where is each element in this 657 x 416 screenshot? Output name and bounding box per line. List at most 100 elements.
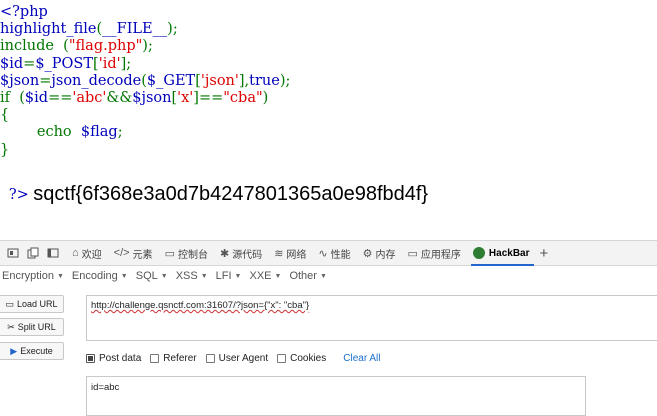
url-input[interactable]: http://challenge.qsnctf.com:31607/?json=… xyxy=(86,295,657,341)
menu-encoding[interactable]: Encoding ▼ xyxy=(72,270,128,282)
php-source-code: <?php highlight_file(__FILE__); include ("… xyxy=(0,4,290,159)
code-token: ); xyxy=(167,21,178,38)
tab-label: 网络 xyxy=(286,249,307,261)
tab-icon: ∿ xyxy=(318,247,328,260)
php-close-tag: ?> xyxy=(8,187,29,203)
tab-label: 欢迎 xyxy=(81,249,102,261)
copy-icon[interactable] xyxy=(26,246,40,260)
checkbox[interactable] xyxy=(150,353,160,363)
code-token: "flag.php" xyxy=(68,38,143,55)
code-line: include ("flag.php"); xyxy=(0,38,290,55)
chevron-down-icon: ▼ xyxy=(319,272,327,280)
option-user-agent[interactable]: User Agent xyxy=(205,353,268,364)
code-token: = xyxy=(39,72,52,89)
menu-label: XXE xyxy=(249,270,272,282)
device-toolbar-icon[interactable] xyxy=(6,246,20,260)
checkbox[interactable] xyxy=(205,353,215,363)
code-token: { xyxy=(0,107,10,124)
tab-label: 源代码 xyxy=(232,249,263,261)
tab-label: 内存 xyxy=(375,249,396,261)
code-token: highlight_file xyxy=(0,21,97,38)
code-token: __FILE__ xyxy=(102,21,168,38)
devtools-tab-strip: ⌂ 欢迎 </> 元素 ▭ 控制台 ✱ 源代码 ≋ 网络 ∿ 性能 ⚙ 内存 ▭ 应用程序 HackBar + xyxy=(0,240,657,266)
load-url-button[interactable]: ▭ Load URL xyxy=(0,295,64,313)
chevron-down-icon: ▼ xyxy=(234,272,242,280)
menu-label: XSS xyxy=(175,270,198,282)
post-data-input[interactable]: id=abc xyxy=(86,376,586,416)
url-text: http://challenge.qsnctf.com:31607/?json=… xyxy=(91,300,310,311)
devtools-tab[interactable]: ∿ 性能 xyxy=(318,246,350,261)
code-token: json_decode xyxy=(51,72,142,89)
tab-label: 性能 xyxy=(330,249,351,261)
devtools-tab[interactable]: ✱ 源代码 xyxy=(220,246,262,261)
menu-xxe[interactable]: XXE ▼ xyxy=(249,270,281,282)
chevron-down-icon: ▼ xyxy=(160,272,168,280)
code-token: <?php xyxy=(0,4,48,20)
code-token: ]== xyxy=(193,89,224,106)
devtools-tab[interactable]: ▭ 控制台 xyxy=(165,246,208,261)
devtools-tab[interactable]: ⚙ 内存 xyxy=(363,246,396,261)
clear-all-link[interactable]: Clear All xyxy=(343,353,380,364)
option-post-data[interactable]: Post data xyxy=(86,353,141,364)
option-cookies[interactable]: Cookies xyxy=(277,353,326,364)
code-token: $flag xyxy=(80,124,118,141)
tab-icon: ▭ xyxy=(164,247,175,260)
hackbar-menu: Encryption ▼ Encoding ▼ SQL ▼ XSS ▼ LFI ▼ XXE ▼ Othe… xyxy=(0,266,329,286)
code-token: 'x' xyxy=(177,89,194,106)
execute-button[interactable]: ▶ Execute xyxy=(0,342,64,360)
execute-icon: ▶ xyxy=(10,345,18,356)
chevron-down-icon: ▼ xyxy=(274,272,282,280)
menu-label: Other xyxy=(289,270,317,282)
code-token: 'json' xyxy=(200,72,239,89)
code-line: if ($id=='abc'&&$json['x']=="cba") xyxy=(0,90,290,107)
code-line: { xyxy=(0,107,290,124)
tab-icon: ⚙ xyxy=(362,247,373,260)
code-token: ; xyxy=(117,124,123,141)
code-token: $json xyxy=(132,89,172,106)
code-token: ); xyxy=(279,72,291,89)
add-tab-icon[interactable]: + xyxy=(540,245,549,262)
post-data-text: id=abc xyxy=(91,382,120,393)
code-token: ); xyxy=(142,38,153,55)
menu-other[interactable]: Other ▼ xyxy=(289,270,326,282)
option-referer[interactable]: Referer xyxy=(150,353,197,364)
tab-hackbar[interactable]: HackBar xyxy=(470,247,534,266)
code-line: highlight_file(__FILE__); xyxy=(0,21,290,38)
code-token: = xyxy=(23,55,36,72)
hackbar-icon xyxy=(472,247,485,259)
tab-label: 控制台 xyxy=(177,249,208,261)
tab-icon: ⌂ xyxy=(72,247,79,259)
devtools-tab[interactable]: ▭ 应用程序 xyxy=(408,246,461,261)
code-token: $_POST xyxy=(35,55,94,72)
checkbox[interactable] xyxy=(86,353,95,363)
devtools-tab[interactable]: </> 元素 xyxy=(114,246,153,261)
split-url-icon: ✂ xyxy=(7,321,15,332)
code-token: $id xyxy=(0,55,24,72)
menu-label: Encryption xyxy=(2,270,54,282)
devtools-tab[interactable]: ≋ 网络 xyxy=(274,246,306,261)
split-url-button[interactable]: ✂ Split URL xyxy=(0,318,64,336)
menu-xss[interactable]: XSS ▼ xyxy=(176,270,208,282)
checkbox[interactable] xyxy=(277,353,287,363)
code-line: <?php xyxy=(0,4,290,21)
menu-lfi[interactable]: LFI ▼ xyxy=(216,270,242,282)
flag-output-line: ?> sqctf{6f368e3a0d7b4247801365a0e98fbd4… xyxy=(0,164,428,205)
devtools-tab[interactable]: ⌂ 欢迎 xyxy=(72,246,102,261)
code-line: $json=json_decode($_GET['json'],true); xyxy=(0,73,290,90)
sidebar-toggle-icon[interactable] xyxy=(46,246,60,260)
option-label: Post data xyxy=(99,352,142,364)
tab-icon: </> xyxy=(113,247,130,259)
chevron-down-icon: ▼ xyxy=(120,272,128,280)
menu-label: LFI xyxy=(215,270,232,282)
code-token: $id xyxy=(24,89,49,106)
code-token: && xyxy=(106,89,133,106)
menu-sql[interactable]: SQL ▼ xyxy=(136,270,168,282)
code-token: include xyxy=(0,38,64,55)
chevron-down-icon: ▼ xyxy=(56,272,64,280)
code-token: ]; xyxy=(120,55,132,72)
code-token: if xyxy=(0,89,20,106)
menu-encryption[interactable]: Encryption ▼ xyxy=(2,270,64,282)
code-token: echo xyxy=(0,124,81,141)
request-options: Post data Referer User Agent Cookies Clear A… xyxy=(86,351,381,365)
code-token: == xyxy=(48,89,73,106)
